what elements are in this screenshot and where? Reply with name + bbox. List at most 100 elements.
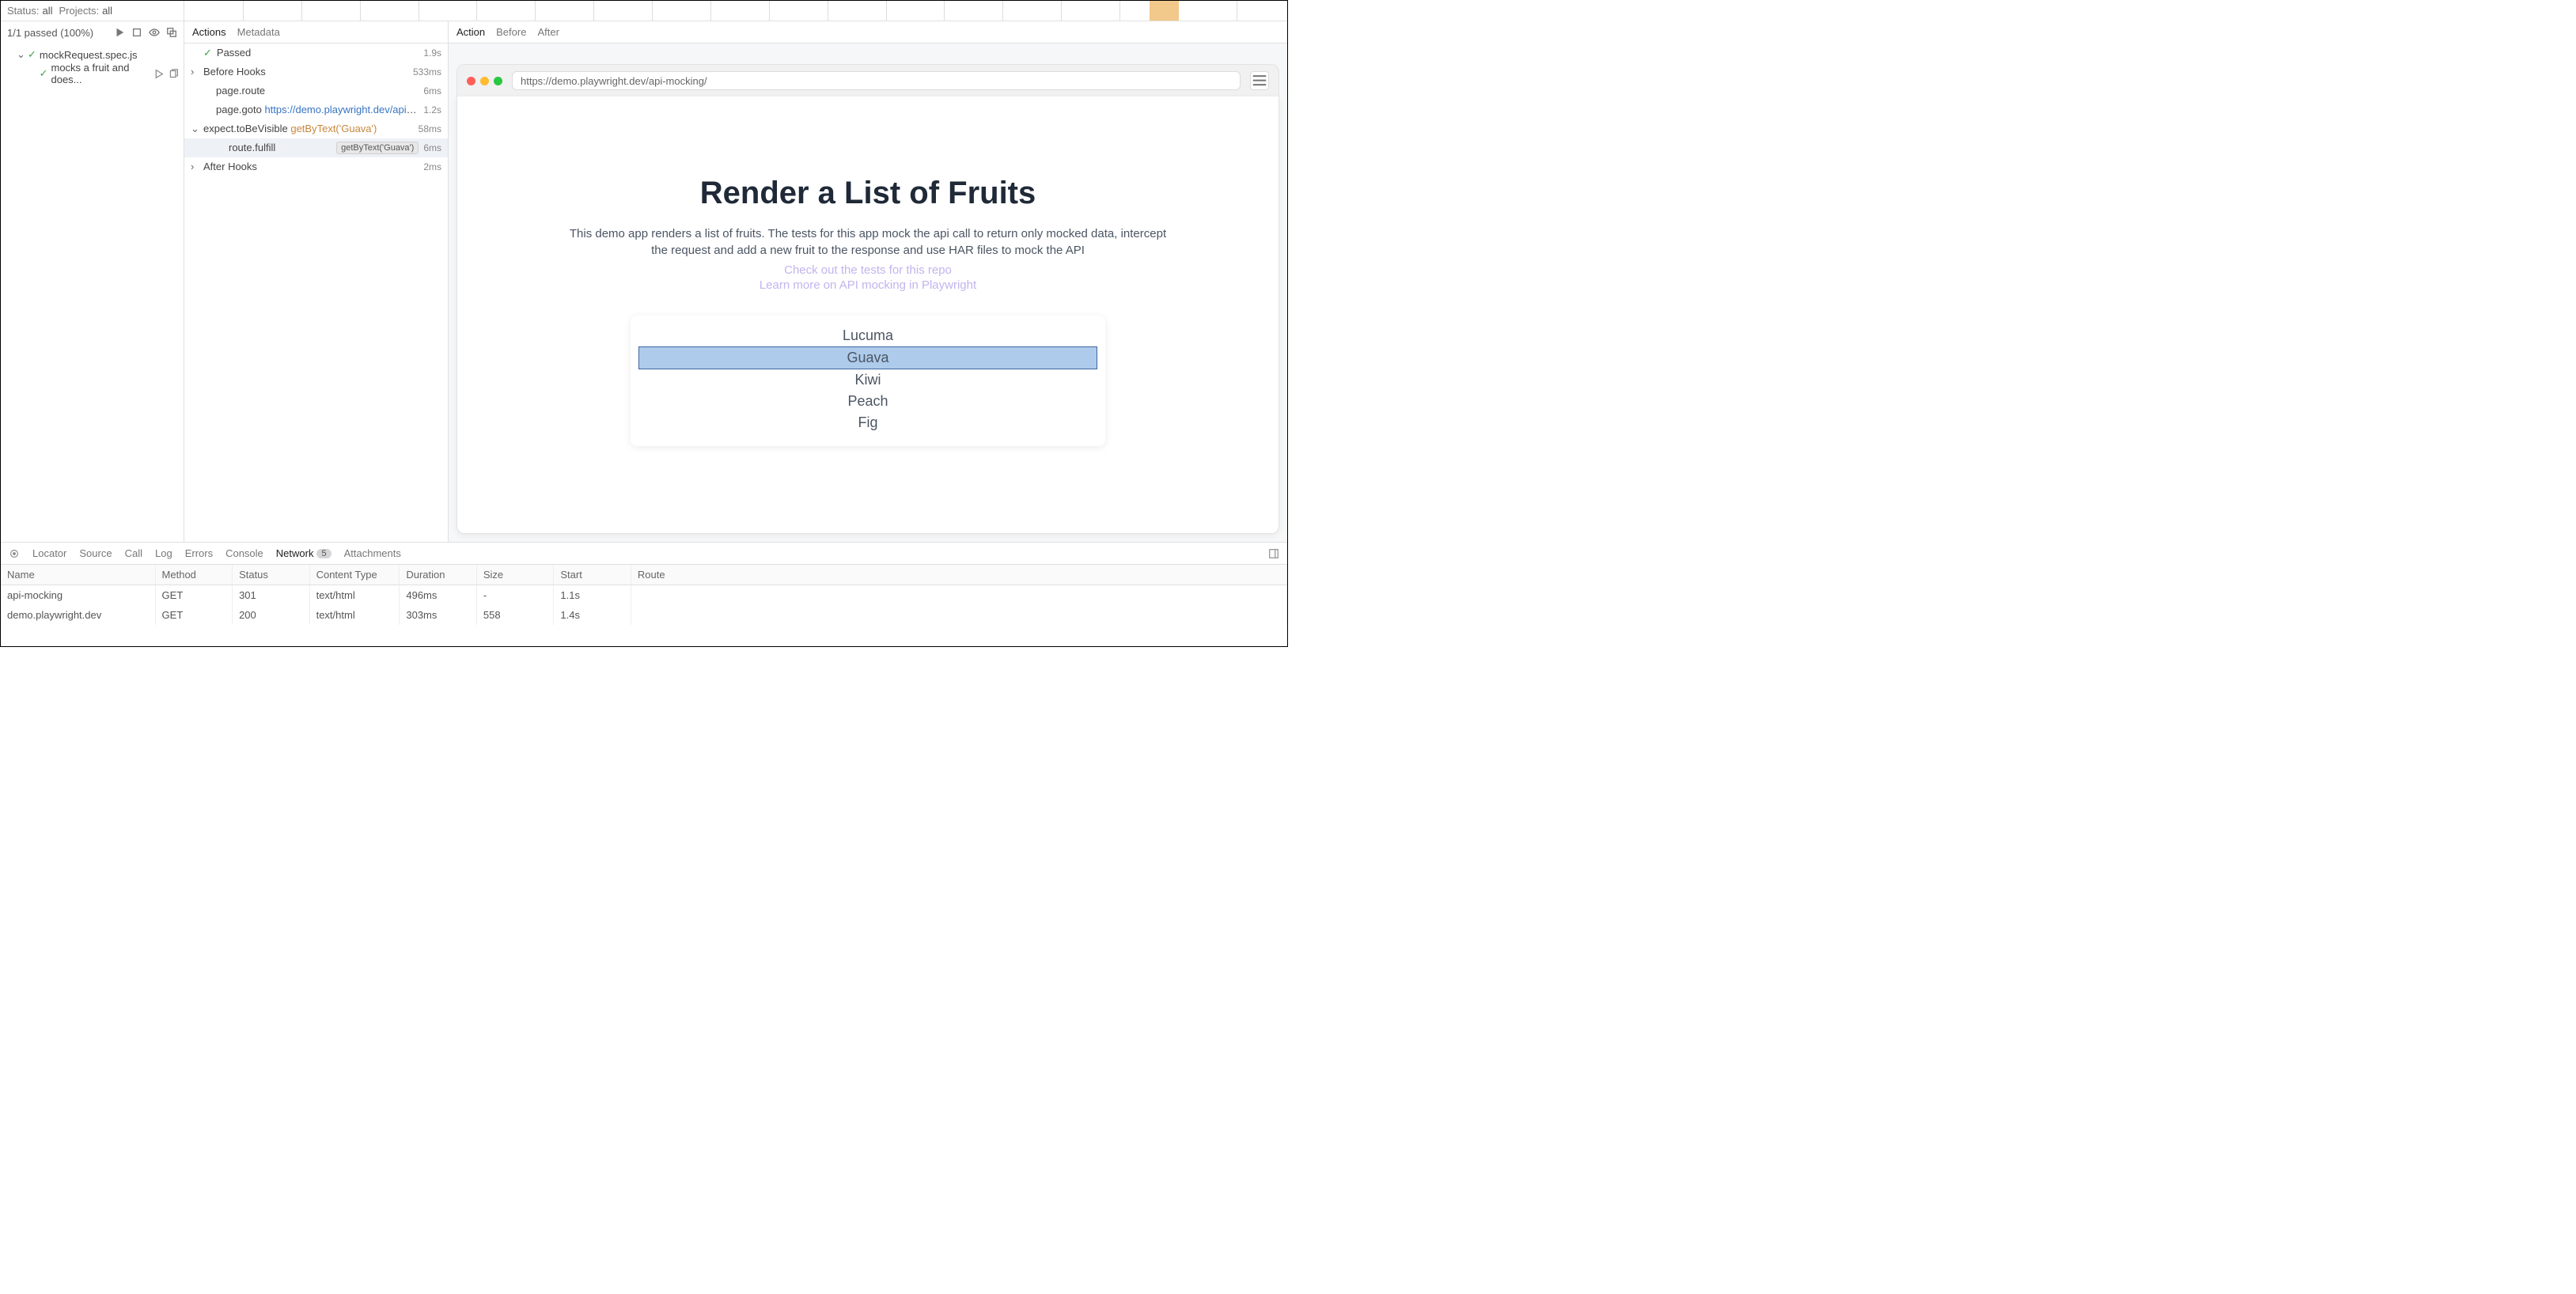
url-bar[interactable]: https://demo.playwright.dev/api-mocking/ xyxy=(512,71,1241,90)
net-row[interactable]: api-mockingGET301text/html496ms-1.1s xyxy=(1,585,1287,606)
play-icon[interactable] xyxy=(153,69,164,79)
net-cell: text/html xyxy=(309,605,400,625)
page-link-1[interactable]: Check out the tests for this repo xyxy=(489,263,1247,277)
action-label: After Hooks xyxy=(203,161,419,172)
tab-metadata[interactable]: Metadata xyxy=(237,26,280,38)
net-col-start[interactable]: Start xyxy=(554,565,631,585)
rendered-page: Render a List of Fruits This demo app re… xyxy=(456,96,1279,534)
bottom-tab-source[interactable]: Source xyxy=(79,547,112,559)
snapshot-tabs: Action Before After xyxy=(449,21,1287,44)
tab-actions[interactable]: Actions xyxy=(192,26,226,38)
browser-chrome: https://demo.playwright.dev/api-mocking/ xyxy=(456,64,1279,96)
bottom-tab-errors[interactable]: Errors xyxy=(185,547,213,559)
page-desc: This demo app renders a list of fruits. … xyxy=(567,225,1169,259)
action-duration: 2ms xyxy=(423,161,441,172)
snapshot-tab-before[interactable]: Before xyxy=(496,26,526,38)
action-row[interactable]: ⌄expect.toBeVisible getByText('Guava')58… xyxy=(184,119,448,138)
net-cell: demo.playwright.dev xyxy=(1,605,155,625)
net-col-content-type[interactable]: Content Type xyxy=(309,565,400,585)
timeline-track[interactable] xyxy=(184,1,1287,21)
action-row[interactable]: page.goto https://demo.playwright.dev/ap… xyxy=(184,100,448,119)
net-cell xyxy=(631,585,1286,606)
net-col-method[interactable]: Method xyxy=(155,565,233,585)
net-cell: GET xyxy=(155,605,233,625)
menu-icon[interactable] xyxy=(1250,71,1269,90)
copy-icon[interactable] xyxy=(169,69,179,79)
net-cell: 200 xyxy=(233,605,310,625)
test-label: mockRequest.spec.js xyxy=(40,49,138,61)
bottom-tabs: Locator Source Call Log Errors Console Network… xyxy=(1,543,1287,565)
minimize-dot[interactable] xyxy=(480,77,489,85)
action-row[interactable]: ›Before Hooks533ms xyxy=(184,62,448,81)
actions-tabs: Actions Metadata xyxy=(184,21,448,44)
actions-pane: Actions Metadata ✓ Passed 1.9s › Before Hooks… xyxy=(184,21,449,542)
fruit-list: LucumaGuavaKiwiPeachFig xyxy=(631,316,1105,446)
timeline-filters: Status: all Projects: all xyxy=(1,1,184,21)
action-duration: 1.2s xyxy=(423,104,441,115)
action-duration: 6ms xyxy=(423,142,441,153)
zoom-dot[interactable] xyxy=(494,77,502,85)
action-row[interactable]: ✓ Passed 1.9s xyxy=(184,44,448,62)
net-col-name[interactable]: Name xyxy=(1,565,155,585)
close-dot[interactable] xyxy=(467,77,475,85)
fruit-item: Fig xyxy=(631,412,1105,433)
net-cell: 303ms xyxy=(400,605,477,625)
action-row[interactable]: route.fulfillgetByText('Guava')6ms xyxy=(184,138,448,157)
net-col-route[interactable]: Route xyxy=(631,565,1286,585)
url-text: https://demo.playwright.dev/api-mocking/ xyxy=(521,75,707,87)
chevron-icon: ⌄ xyxy=(191,123,199,135)
inspect-icon[interactable] xyxy=(9,548,20,559)
net-cell: text/html xyxy=(309,585,400,606)
net-col-size[interactable]: Size xyxy=(476,565,554,585)
status-label: Status: xyxy=(7,5,39,17)
net-cell: 301 xyxy=(233,585,310,606)
snapshot-tab-action[interactable]: Action xyxy=(456,26,485,38)
watch-icon[interactable] xyxy=(149,27,160,38)
bottom-tab-call[interactable]: Call xyxy=(125,547,142,559)
action-label: Passed xyxy=(217,47,419,59)
projects-value[interactable]: all xyxy=(102,5,112,17)
fruit-item: Peach xyxy=(631,391,1105,412)
action-duration: 533ms xyxy=(413,66,441,78)
collapse-icon[interactable] xyxy=(166,27,177,38)
net-col-status[interactable]: Status xyxy=(233,565,310,585)
test-explorer-header: 1/1 passed (100%) xyxy=(1,21,184,44)
dock-icon[interactable] xyxy=(1268,548,1279,559)
bottom-tab-log[interactable]: Log xyxy=(155,547,172,559)
stop-icon[interactable] xyxy=(131,27,142,38)
bottom-tab-locator[interactable]: Locator xyxy=(32,547,66,559)
action-row[interactable]: › After Hooks 2ms xyxy=(184,157,448,176)
action-label: expect.toBeVisible getByText('Guava') xyxy=(203,123,414,134)
net-cell: 558 xyxy=(476,605,554,625)
status-value[interactable]: all xyxy=(42,5,52,17)
test-tree-row[interactable]: ✓mocks a fruit and does... xyxy=(1,64,184,83)
bottom-tab-network[interactable]: Network 5 xyxy=(276,547,331,559)
check-icon: ✓ xyxy=(40,67,48,80)
net-col-duration[interactable]: Duration xyxy=(400,565,477,585)
page-link-2[interactable]: Learn more on API mocking in Playwright xyxy=(489,278,1247,292)
page-title: Render a List of Fruits xyxy=(489,176,1247,211)
snapshot-tab-after[interactable]: After xyxy=(537,26,559,38)
action-row[interactable]: page.route6ms xyxy=(184,81,448,100)
timeline-strip: Status: all Projects: all xyxy=(1,1,1287,21)
bottom-tab-console[interactable]: Console xyxy=(225,547,263,559)
net-cell: GET xyxy=(155,585,233,606)
action-label: page.goto https://demo.playwright.dev/ap… xyxy=(216,104,419,115)
chevron-icon: › xyxy=(191,161,199,172)
action-duration: 1.9s xyxy=(423,47,441,59)
chevron-icon: ⌄ xyxy=(17,48,25,61)
action-label: Before Hooks xyxy=(203,66,408,78)
net-cell xyxy=(631,605,1286,625)
test-summary: 1/1 passed (100%) xyxy=(7,27,93,39)
check-icon: ✓ xyxy=(203,47,212,59)
fruit-item: Guava xyxy=(638,346,1097,369)
net-cell: 1.1s xyxy=(554,585,631,606)
bottom-tab-attachments[interactable]: Attachments xyxy=(344,547,401,559)
traffic-lights xyxy=(467,77,502,85)
run-all-icon[interactable] xyxy=(114,27,125,38)
check-icon: ✓ xyxy=(28,48,36,61)
snapshot-pane: Action Before After https://demo.playwrigh… xyxy=(449,21,1287,542)
fruit-item: Kiwi xyxy=(631,369,1105,391)
action-label: page.route xyxy=(216,85,419,96)
net-row[interactable]: demo.playwright.devGET200text/html303ms5… xyxy=(1,605,1287,625)
